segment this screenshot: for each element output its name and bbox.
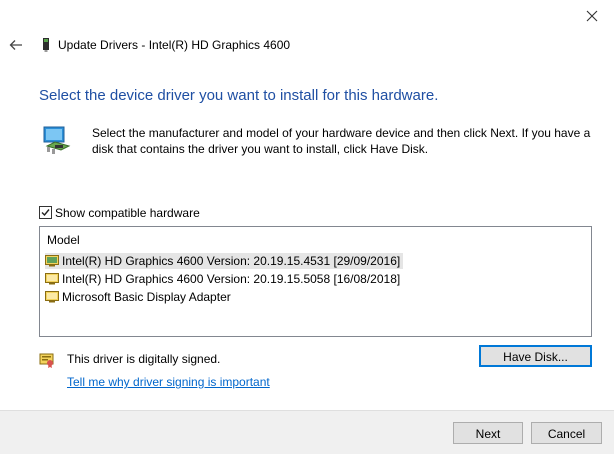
signed-certificate-icon (39, 352, 55, 368)
back-arrow-icon[interactable] (9, 38, 23, 52)
monitor-green-icon (45, 255, 59, 267)
show-compatible-label[interactable]: Show compatible hardware (55, 206, 200, 220)
cancel-button[interactable]: Cancel (531, 422, 602, 444)
window-title: Update Drivers - Intel(R) HD Graphics 46… (58, 38, 291, 52)
monitor-yellow-icon (45, 273, 59, 285)
have-disk-button[interactable]: Have Disk... (479, 345, 592, 367)
list-item[interactable]: Intel(R) HD Graphics 4600 Version: 20.19… (45, 253, 404, 269)
show-compatible-checkbox[interactable] (39, 206, 52, 219)
page-heading: Select the device driver you want to ins… (39, 87, 439, 104)
signed-status-text: This driver is digitally signed. (67, 352, 221, 366)
device-card-icon (40, 37, 52, 53)
driver-signing-link[interactable]: Tell me why driver signing is important (67, 375, 270, 389)
model-column-header: Model (47, 233, 80, 247)
next-button[interactable]: Next (453, 422, 523, 444)
close-icon[interactable] (584, 8, 600, 24)
hardware-monitor-icon (43, 126, 71, 156)
list-item[interactable]: Intel(R) HD Graphics 4600 Version: 20.19… (45, 271, 403, 287)
monitor-yellow-icon (45, 291, 59, 303)
model-listbox[interactable]: Model Intel(R) HD Graphics 4600 Version:… (39, 226, 592, 337)
list-item[interactable]: Microsoft Basic Display Adapter (45, 289, 234, 305)
instructions-text: Select the manufacturer and model of you… (92, 126, 591, 156)
